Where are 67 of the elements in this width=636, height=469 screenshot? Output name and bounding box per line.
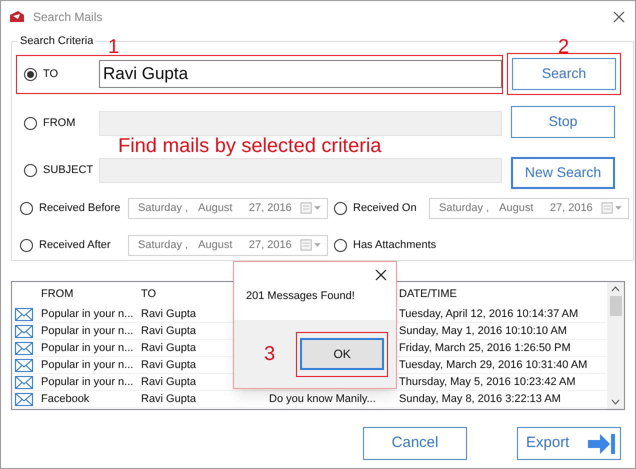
stop-button[interactable]: Stop: [511, 106, 615, 138]
new-search-button[interactable]: New Search: [511, 156, 615, 188]
table-cell-text: Ravi Gupta: [141, 392, 196, 407]
table-cell-text: Popular in your n...: [41, 306, 134, 322]
radio-button[interactable]: [24, 164, 37, 176]
radio-button[interactable]: [24, 116, 37, 130]
group-title: Search Criteria: [19, 34, 94, 49]
envelope-icon: [15, 358, 33, 372]
radio-button[interactable]: [334, 238, 347, 252]
envelope-icon: [15, 392, 33, 406]
column-header: FROM: [41, 286, 74, 302]
export-button[interactable]: Export: [517, 427, 621, 460]
table-cell-text: Popular in your n...: [41, 358, 134, 373]
radio-button[interactable]: [20, 202, 33, 214]
envelope-icon: [15, 342, 33, 354]
search-button[interactable]: Search: [512, 58, 616, 90]
cancel-button[interactable]: Cancel: [363, 427, 467, 460]
annotation-number: 1: [108, 34, 120, 60]
window-title: Search Mails: [33, 9, 102, 26]
text-field[interactable]: [99, 110, 502, 136]
scrollbar-thumb[interactable]: [610, 296, 622, 316]
annotation-number: 3: [264, 342, 276, 367]
table-cell-text: Ravi Gupta: [141, 306, 196, 322]
scrollbar[interactable]: [607, 282, 624, 409]
radio-button[interactable]: [20, 238, 33, 252]
to-field[interactable]: Ravi Gupta: [99, 60, 502, 88]
table-cell-text: Sunday, May 1, 2016 10:10:10 AM: [399, 324, 567, 339]
criteria-label: FROM: [43, 116, 76, 131]
table-cell-text: Popular in your n...: [41, 374, 134, 390]
table-cell-text: Tuesday, March 29, 2016 10:31:40 AM: [399, 358, 588, 373]
close-icon[interactable]: [613, 11, 625, 23]
envelope-icon: [15, 324, 33, 338]
table-cell-text: Ravi Gupta: [141, 324, 196, 339]
table-cell-text: Popular in your n...: [41, 340, 134, 356]
envelope-icon: [15, 308, 33, 320]
ok-button[interactable]: OK: [300, 338, 384, 370]
date-picker[interactable]: Saturday , August 27, 2016: [128, 198, 328, 218]
table-cell-text: Friday, March 25, 2016 1:26:50 PM: [399, 340, 571, 356]
table-cell-text: Do you know Manily...: [269, 392, 376, 407]
date-picker[interactable]: Saturday , August 27, 2016: [128, 234, 328, 256]
dialog-message: 201 Messages Found!: [246, 289, 355, 304]
table-cell-text: Thursday, May 5, 2016 10:23:42 AM: [399, 374, 576, 390]
table-cell-text: Ravi Gupta: [141, 340, 196, 356]
envelope-icon: [15, 376, 33, 388]
table-cell-text: Ravi Gupta: [141, 374, 196, 390]
radio-button[interactable]: [24, 68, 37, 80]
table-cell-text: Facebook: [41, 392, 90, 407]
criteria-label: SUBJECT: [43, 162, 94, 178]
date-label: Received Before: [39, 200, 120, 216]
export-arrow-icon: [588, 432, 616, 454]
table-cell-text: Sunday, May 8, 2016 3:22:13 AM: [399, 392, 561, 407]
annotation-number: 2: [558, 34, 570, 60]
table-cell-text: Tuesday, April 12, 2016 10:14:37 AM: [399, 306, 578, 322]
annotation-caption: Find mails by selected criteria: [118, 134, 382, 156]
date-label: Received After: [39, 238, 111, 253]
app-logo-icon: [9, 10, 25, 24]
column-header: DATE/TIME: [399, 286, 457, 302]
column-header: TO: [141, 286, 156, 302]
close-icon[interactable]: [375, 269, 387, 281]
attachments-label: Has Attachments: [353, 238, 436, 253]
date-picker[interactable]: Saturday , August 27, 2016: [429, 198, 629, 218]
criteria-label: TO: [43, 66, 60, 82]
table-cell-text: Ravi Gupta: [141, 358, 196, 373]
date-label: Received On: [353, 200, 417, 216]
table-cell-text: Popular in your n...: [41, 324, 134, 339]
text-field[interactable]: [99, 158, 502, 182]
radio-button[interactable]: [334, 202, 347, 214]
